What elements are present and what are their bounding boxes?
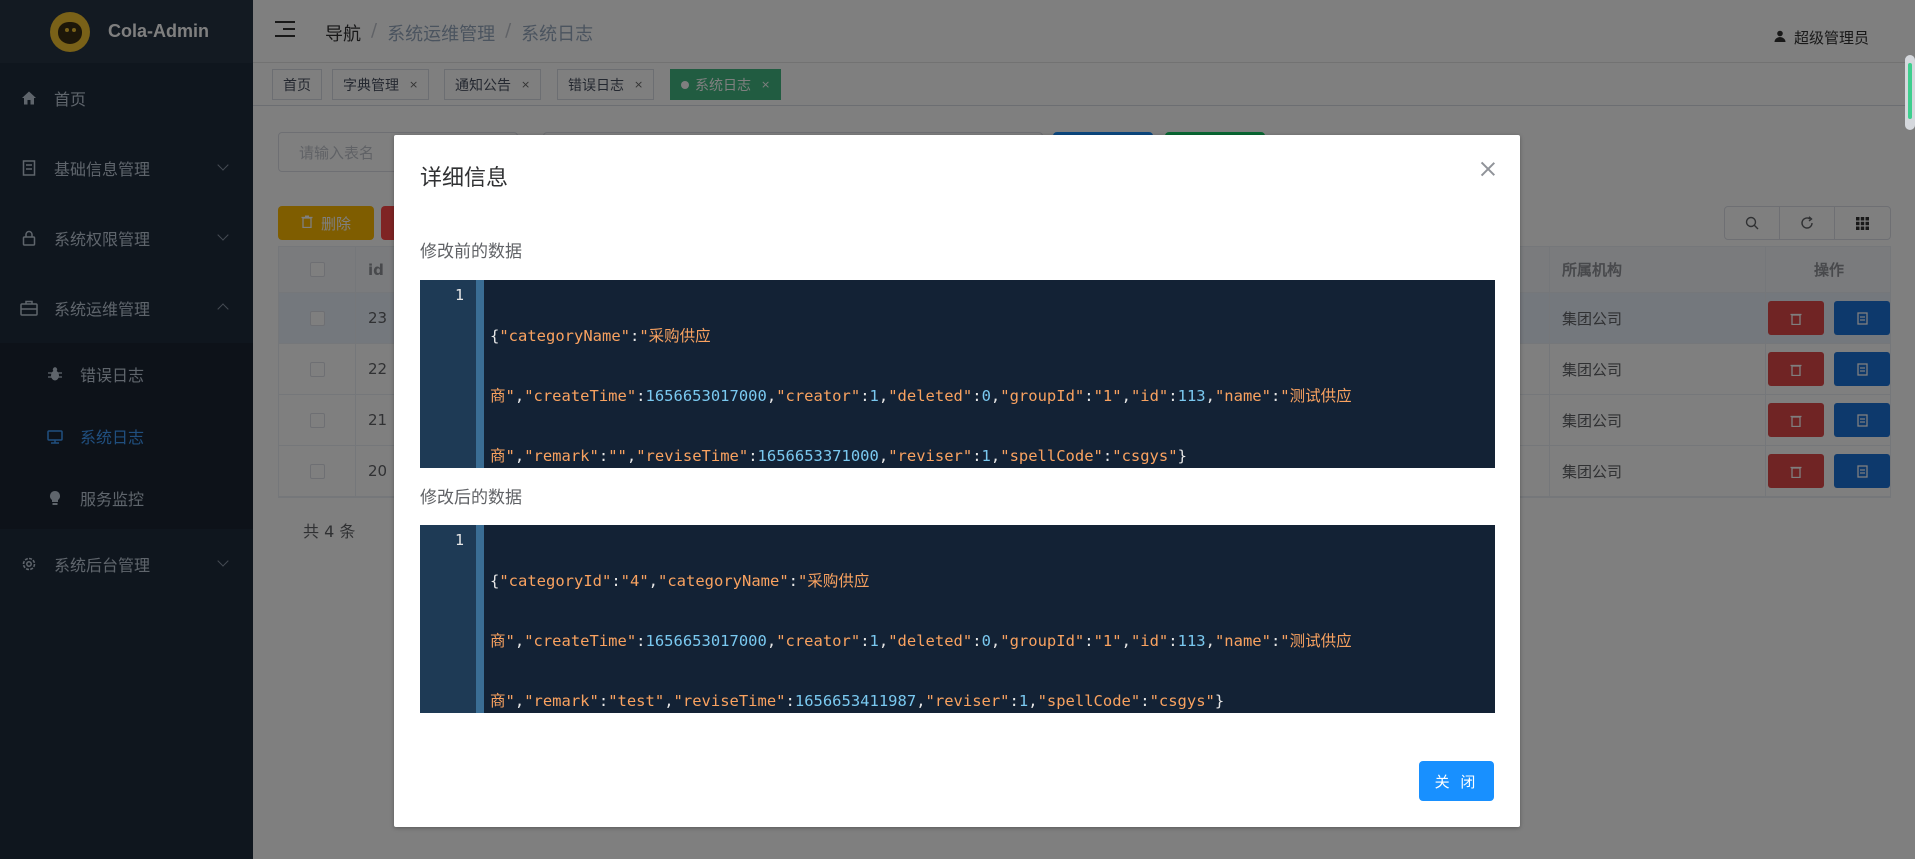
before-code-editor[interactable]: 1 {"categoryName":"采购供应 商","createTime":…: [420, 280, 1495, 468]
code-line: 商","remark":"test","reviseTime":16566534…: [490, 692, 1225, 710]
code-line: 商","createTime":1656653017000,"creator":…: [490, 632, 1352, 650]
code-line: {"categoryId":"4","categoryName":"采购供应: [490, 572, 870, 590]
code-line: 商","createTime":1656653017000,"creator":…: [490, 387, 1352, 405]
after-code-content: {"categoryId":"4","categoryName":"采购供应 商…: [476, 525, 1495, 713]
before-code-content: {"categoryName":"采购供应 商","createTime":16…: [476, 280, 1495, 468]
code-line: 商","remark":"","reviseTime":165665337100…: [490, 447, 1187, 465]
detail-dialog: 详细信息 修改前的数据 1 {"categoryName":"采购供应 商","…: [394, 135, 1520, 827]
before-data-label: 修改前的数据: [420, 242, 522, 262]
code-line: {"categoryName":"采购供应: [490, 327, 711, 345]
close-button[interactable]: 关 闭: [1419, 761, 1494, 801]
after-data-label: 修改后的数据: [420, 488, 522, 508]
line-number: 1: [420, 280, 484, 468]
scrollbar[interactable]: [1905, 55, 1915, 130]
after-code-editor[interactable]: 1 {"categoryId":"4","categoryName":"采购供应…: [420, 525, 1495, 713]
close-icon[interactable]: [1478, 159, 1498, 179]
line-number: 1: [420, 525, 484, 713]
dialog-title: 详细信息: [420, 166, 509, 191]
